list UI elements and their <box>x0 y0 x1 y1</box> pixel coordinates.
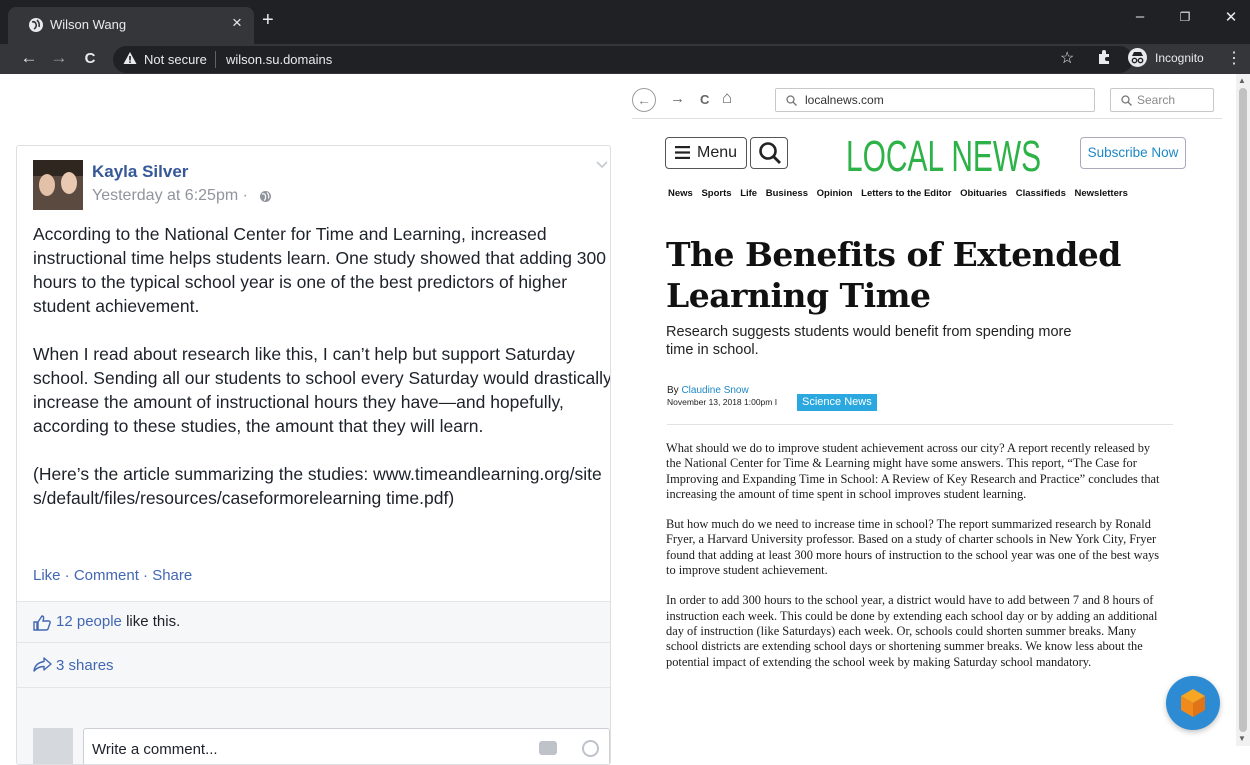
post-paragraph: According to the National Center for Tim… <box>33 224 606 316</box>
article-paragraph: In order to add 300 hours to the school … <box>666 593 1158 669</box>
likes-suffix: like this. <box>121 613 181 630</box>
avatar[interactable] <box>33 160 83 210</box>
post-paragraph: (Here’s the article summarizing the stud… <box>33 464 602 508</box>
thumbs-up-icon <box>33 615 51 631</box>
more-menu-icon[interactable]: ⋮ <box>1226 48 1242 68</box>
news-nav-divider <box>632 118 1222 119</box>
news-search-placeholder: Search <box>1137 93 1176 107</box>
section-link[interactable]: Life <box>740 188 757 199</box>
reload-icon[interactable]: C <box>80 50 100 67</box>
incognito-label[interactable]: Incognito <box>1155 51 1204 65</box>
bookmark-star-icon[interactable]: ☆ <box>1060 48 1074 68</box>
byline-prefix: By <box>667 385 682 396</box>
article-body: What should we do to improve student ach… <box>666 441 1166 685</box>
hamburger-icon <box>675 146 690 159</box>
news-url-text: localnews.com <box>805 93 884 107</box>
chevron-down-icon[interactable] <box>595 160 609 170</box>
cube-icon <box>1181 689 1205 717</box>
category-badge[interactable]: Science News <box>797 394 877 411</box>
scroll-up-icon[interactable]: ▲ <box>1238 76 1246 85</box>
article-divider <box>667 424 1173 425</box>
article-date: November 13, 2018 1:00pm I <box>667 397 778 407</box>
post-paragraph: When I read about research like this, I … <box>33 344 611 436</box>
article-paragraph: What should we do to improve student ach… <box>666 441 1160 501</box>
share-arrow-icon <box>33 657 52 672</box>
section-link[interactable]: Letters to the Editor <box>861 188 951 199</box>
comment-placeholder: Write a comment... <box>92 741 218 758</box>
forward-icon[interactable]: → <box>49 48 69 68</box>
section-link[interactable]: Newsletters <box>1075 188 1128 199</box>
close-window-button[interactable]: ✕ <box>1221 8 1241 26</box>
article-subhead: Research suggests students would benefit… <box>666 324 1072 358</box>
restore-button[interactable]: ❐ <box>1175 10 1195 24</box>
camera-icon[interactable] <box>539 741 557 755</box>
section-link[interactable]: Sports <box>701 188 731 199</box>
warning-icon <box>123 52 137 64</box>
browser-tab[interactable]: Wilson Wang × <box>8 7 254 44</box>
tab-strip: Wilson Wang × + – ❐ ✕ <box>0 0 1250 44</box>
section-link[interactable]: Obituaries <box>960 188 1007 199</box>
page-scrollbar[interactable]: ▲ ▼ <box>1236 74 1250 746</box>
news-home-icon[interactable]: ⌂ <box>722 88 732 108</box>
section-nav: News Sports Life Business Opinion Letter… <box>668 188 1134 199</box>
article-paragraph: But how much do we need to increase time… <box>666 517 1160 578</box>
comment-input[interactable]: Write a comment... <box>83 728 610 764</box>
byline-author[interactable]: Claudine Snow <box>681 385 748 396</box>
likes-people-link[interactable]: 12 people <box>56 613 122 630</box>
section-link[interactable]: Business <box>766 188 808 199</box>
news-reload-icon[interactable]: C <box>700 92 709 107</box>
news-search-icon <box>1121 95 1132 106</box>
floating-action-button[interactable] <box>1166 676 1220 730</box>
address-bar[interactable]: Not secure wilson.su.domains <box>113 46 1133 73</box>
new-tab-button[interactable]: + <box>262 9 274 32</box>
omnibox-divider <box>215 51 216 68</box>
emoji-icon[interactable] <box>582 740 599 757</box>
post-actions[interactable]: Like · Comment · Share <box>33 567 192 584</box>
globe-icon <box>260 191 271 202</box>
scroll-thumb[interactable] <box>1239 88 1247 732</box>
incognito-icon[interactable] <box>1128 48 1147 67</box>
tab-close-icon[interactable]: × <box>226 13 248 33</box>
news-menu-button[interactable]: Menu <box>665 137 747 169</box>
scroll-down-icon[interactable]: ▼ <box>1238 734 1246 743</box>
minimize-button[interactable]: – <box>1130 8 1150 25</box>
news-browser-nav: ← → C ⌂ localnews.com Search <box>632 86 1222 118</box>
shares-count[interactable]: 3 shares <box>56 657 114 674</box>
news-address-bar[interactable]: localnews.com <box>775 88 1095 112</box>
likes-count: 12 people like this. <box>56 613 180 630</box>
commenter-avatar <box>33 728 73 764</box>
extensions-icon[interactable] <box>1097 49 1112 65</box>
news-search-box[interactable]: Search <box>1110 88 1214 112</box>
news-search-button[interactable] <box>750 137 788 169</box>
tab-title: Wilson Wang <box>50 17 127 32</box>
article-headline: The Benefits of Extended Learning Time <box>666 235 1121 315</box>
likes-row: 12 people like this. <box>17 601 610 643</box>
post-timestamp[interactable]: Yesterday at 6:25pm · <box>92 187 248 205</box>
back-icon[interactable]: ← <box>19 48 39 68</box>
subscribe-button[interactable]: Subscribe Now <box>1080 137 1186 169</box>
section-link[interactable]: Classifieds <box>1016 188 1066 199</box>
news-back-icon[interactable]: ← <box>632 88 656 112</box>
url-text[interactable]: wilson.su.domains <box>226 52 332 67</box>
facebook-post: Kayla Silver Yesterday at 6:25pm · Accor… <box>16 145 611 765</box>
menu-label: Menu <box>697 144 738 161</box>
article-byline: By Claudine Snow <box>667 385 749 396</box>
shares-row: 3 shares <box>17 643 610 688</box>
not-secure-label[interactable]: Not secure <box>144 52 207 67</box>
globe-favicon-icon <box>29 18 43 32</box>
search-icon <box>759 142 781 164</box>
local-news-logo[interactable]: LOCAL NEWS <box>846 132 1041 182</box>
comment-area: Write a comment... <box>17 688 610 764</box>
news-address-search-icon <box>786 95 797 106</box>
post-author[interactable]: Kayla Silver <box>92 162 188 182</box>
news-forward-icon[interactable]: → <box>670 90 685 107</box>
post-body: According to the National Center for Tim… <box>33 222 611 534</box>
section-link[interactable]: Opinion <box>817 188 853 199</box>
section-link[interactable]: News <box>668 188 693 199</box>
